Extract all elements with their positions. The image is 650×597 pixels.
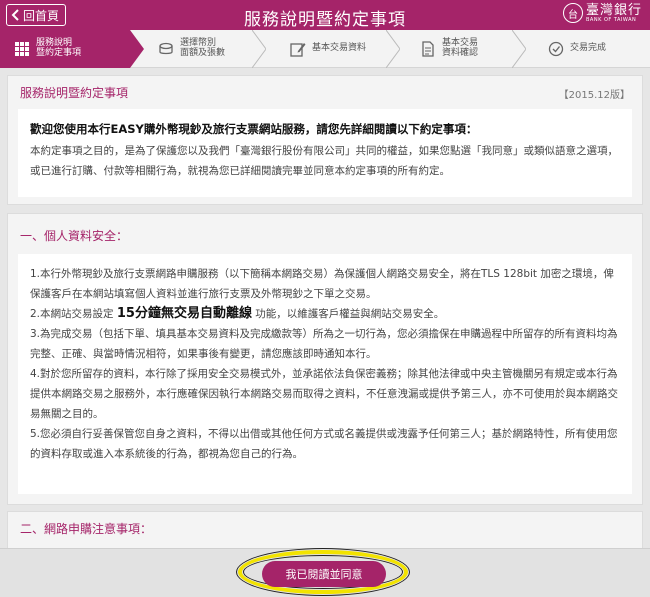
step-label: 基本交易資料 <box>312 43 367 54</box>
step-confirm: 基本交易 資料確認 <box>420 30 478 68</box>
coins-icon <box>159 42 173 55</box>
document-icon <box>422 41 434 57</box>
intro-heading: 服務說明暨約定事項 <box>20 85 129 100</box>
list-item: 5.您必須自行妥善保管您自身之資料，不得以出借或其他任何方式或名義提供或洩露予任… <box>30 428 618 460</box>
bank-logo: 台 臺灣銀行 BANK OF TAIWAN <box>562 2 642 23</box>
list-item: 1.本行外幣現鈔及旅行支票網路申購服務（以下簡稱本網路交易）為保護個人網路交易安… <box>30 268 614 300</box>
list-item: 2.本網站交易設定 15分鐘無交易自動離線 功能，以維護客戶權益與網站交易安全。 <box>30 304 620 324</box>
section1-body: 1.本行外幣現鈔及旅行支票網路申購服務（以下簡稱本網路交易）為保護個人網路交易安… <box>18 254 632 494</box>
item2-prefix: 2.本網站交易設定 <box>30 308 117 320</box>
auto-logout-highlight: 15分鐘無交易自動離線 <box>116 306 252 321</box>
agree-button[interactable]: 我已閱讀並同意 <box>262 561 386 587</box>
step-arrow-icon <box>512 30 526 68</box>
edit-icon <box>290 43 306 57</box>
intro-text: 本約定事項之目的，是為了保護您以及我們「臺灣銀行股份有限公司」共同的權益，如果您… <box>30 145 618 177</box>
section2-heading: 二、網路申購注意事項： <box>20 521 153 536</box>
check-circle-icon <box>548 41 564 57</box>
step-arrow-icon <box>130 30 144 68</box>
step-label: 交易完成 <box>570 43 607 54</box>
version-label: 【2015.12版】 <box>558 90 630 101</box>
step-currency: 選擇幣別 面額及張數 <box>158 30 225 68</box>
step-arrow-icon <box>386 30 400 68</box>
page-title: 服務說明暨約定事項 <box>244 10 406 30</box>
bank-name-cn: 臺灣銀行 <box>585 2 642 18</box>
step-basic-info: 基本交易資料 <box>290 30 366 68</box>
personal-data-panel: 一、個人資料安全： 1.本行外幣現鈔及旅行支票網路申購服務（以下簡稱本網路交易）… <box>7 213 643 505</box>
step-complete: 交易完成 <box>548 30 606 68</box>
list-item: 4.對於您所留存的資料，本行除了採用安全交易模式外，並承諾依法負保密義務；除其他… <box>30 368 618 420</box>
step-label: 服務說明 暨約定事項 <box>36 38 82 58</box>
intro-panel: 服務說明暨約定事項 【2015.12版】 歡迎您使用本行EASY購外幣現鈔及旅行… <box>7 75 643 205</box>
item2-suffix: 功能，以維護客戶權益與網站交易安全。 <box>251 308 445 320</box>
intro-lead: 歡迎您使用本行EASY購外幣現鈔及旅行支票網站服務，請您先詳細閱讀以下約定事項： <box>30 122 478 136</box>
intro-body: 歡迎您使用本行EASY購外幣現鈔及旅行支票網站服務，請您先詳細閱讀以下約定事項：… <box>18 109 632 197</box>
section1-heading: 一、個人資料安全： <box>20 228 129 243</box>
step-arrow-icon <box>252 30 266 68</box>
step-label: 基本交易 資料確認 <box>442 38 479 58</box>
bank-seal-icon: 台 <box>562 3 583 23</box>
list-item: 3.為完成交易（包括下單、填具基本交易資料及完成繳款等）所為之一切行為，您必須擔… <box>30 328 618 360</box>
bank-name-en: BANK OF TAIWAN <box>585 16 637 23</box>
top-header: 回首頁 服務說明暨約定事項 台 臺灣銀行 BANK OF TAIWAN <box>0 0 650 30</box>
grid-icon <box>15 42 29 56</box>
step-label: 選擇幣別 面額及張數 <box>180 38 226 58</box>
progress-steps: 服務說明 暨約定事項 選擇幣別 面額及張數 基本交易資料 基本交易 資料確認 交… <box>0 30 650 68</box>
step-terms: 服務說明 暨約定事項 <box>0 30 130 68</box>
